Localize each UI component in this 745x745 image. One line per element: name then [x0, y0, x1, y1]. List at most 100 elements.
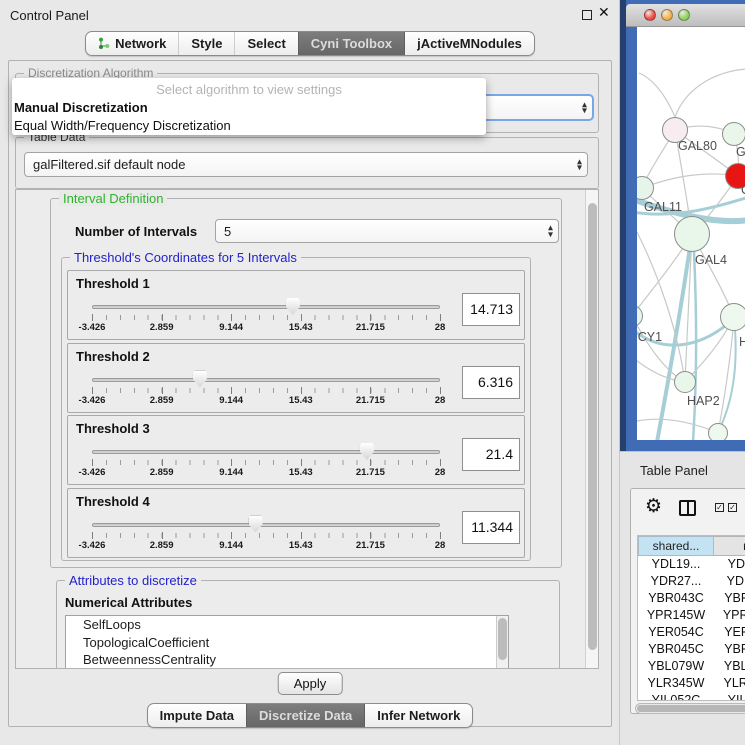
threshold-value-field[interactable]: 14.713 — [462, 293, 520, 326]
major-tick — [92, 387, 93, 394]
table-row[interactable]: YER054CYER054C — [638, 624, 745, 641]
scrollbar-thumb[interactable] — [498, 618, 507, 660]
control-panel-tabs: NetworkStyleSelectCyni ToolboxjActiveMNo… — [0, 31, 620, 56]
network-node[interactable] — [708, 423, 728, 440]
table-row[interactable]: YBR045CYBR045C — [638, 641, 745, 658]
table-data-combo[interactable]: galFiltered.sif default node ▲▼ — [24, 152, 588, 177]
threshold-slider[interactable]: -3.4262.8599.14415.4321.71528 — [92, 523, 440, 553]
table-hscrollbar[interactable] — [635, 703, 745, 714]
network-node-gal4[interactable] — [674, 216, 710, 252]
tick-label: 9.144 — [219, 467, 243, 478]
apply-button[interactable]: Apply — [278, 672, 343, 695]
slider-track[interactable] — [92, 378, 440, 382]
table-cell[interactable]: YDL19... — [638, 556, 714, 573]
minimize-traffic-light[interactable] — [661, 9, 673, 21]
network-window-titlebar[interactable] — [626, 4, 745, 27]
tab-style[interactable]: Style — [178, 32, 234, 55]
attribute-item-selfloops[interactable]: SelfLoops — [66, 616, 508, 634]
stepper-icon[interactable]: ▲▼ — [548, 225, 553, 238]
table-cell[interactable]: YBL079W — [714, 658, 745, 675]
attributes-list[interactable]: SelfLoopsTopologicalCoefficientBetweenne… — [65, 615, 509, 669]
slider-track[interactable] — [92, 305, 440, 309]
slider-thumb[interactable] — [193, 371, 207, 388]
table-cell[interactable]: YER054C — [638, 624, 714, 641]
major-tick — [92, 459, 93, 466]
columns-icon[interactable] — [679, 500, 696, 516]
table-cell[interactable]: YBR045C — [714, 641, 745, 658]
slider-thumb[interactable] — [286, 298, 300, 315]
checkbox-icon[interactable]: ✓ — [728, 503, 737, 512]
table-cell[interactable]: YBR043C — [714, 590, 745, 607]
major-tick — [162, 459, 163, 466]
table-cell[interactable]: YIL052C — [638, 692, 714, 701]
network-icon — [98, 37, 110, 50]
close-icon[interactable]: ✕ — [598, 5, 610, 21]
table-row[interactable]: YLR345WYLR345W — [638, 675, 745, 692]
slider-thumb[interactable] — [360, 443, 374, 460]
table-cell[interactable]: YLR345W — [714, 675, 745, 692]
table-cell[interactable]: YLR345W — [638, 675, 714, 692]
dropdown-placeholder-option[interactable]: Select algorithm to view settings — [12, 80, 486, 99]
stepper-icon[interactable]: ▲▼ — [577, 158, 582, 171]
list-scrollbar[interactable] — [496, 616, 508, 668]
node-table[interactable]: shared... n... YDL19...YDL19...YDR27...Y… — [637, 535, 745, 701]
node-label: HAP2 — [687, 394, 720, 408]
node-label: GAL11 — [644, 200, 682, 214]
tab-discretize-data[interactable]: Discretize Data — [246, 704, 364, 727]
tab-infer-network[interactable]: Infer Network — [364, 704, 472, 727]
attribute-item-topologicalcoefficient[interactable]: TopologicalCoefficient — [66, 634, 508, 652]
table-row[interactable]: YDR27...YDR27... — [638, 573, 745, 590]
threshold-slider[interactable]: -3.4262.8599.14415.4321.71528 — [92, 378, 440, 408]
network-node-g[interactable] — [722, 122, 745, 146]
table-row[interactable]: YDL19...YDL19... — [638, 556, 745, 573]
tab-network[interactable]: Network — [86, 32, 178, 55]
network-node-hap2[interactable] — [674, 371, 696, 393]
scrollbar-thumb[interactable] — [637, 705, 745, 712]
tab-cyni-toolbox[interactable]: Cyni Toolbox — [298, 32, 404, 55]
scrollbar-thumb[interactable] — [588, 203, 597, 650]
major-tick — [92, 314, 93, 321]
table-cell[interactable]: YER054C — [714, 624, 745, 641]
network-node-h[interactable] — [720, 303, 745, 331]
table-cell[interactable]: YBR043C — [638, 590, 714, 607]
tick-label: -3.426 — [79, 322, 106, 333]
zoom-traffic-light[interactable] — [678, 9, 690, 21]
stepper-icon[interactable]: ▲▼ — [582, 101, 587, 114]
table-cell[interactable]: YBL079W — [638, 658, 714, 675]
table-row[interactable]: YBR043CYBR043C — [638, 590, 745, 607]
table-cell[interactable]: YPR145W — [638, 607, 714, 624]
table-cell[interactable]: YBR045C — [638, 641, 714, 658]
column-header-name[interactable]: n... — [714, 536, 745, 556]
table-cell[interactable]: YDL19... — [714, 556, 745, 573]
node-label: GAL4 — [695, 253, 727, 267]
close-traffic-light[interactable] — [644, 9, 656, 21]
tab-select[interactable]: Select — [234, 32, 297, 55]
table-cell[interactable]: YDR27... — [714, 573, 745, 590]
threshold-slider[interactable]: -3.4262.8599.14415.4321.71528 — [92, 450, 440, 480]
tab-jactivemnodules[interactable]: jActiveMNodules — [404, 32, 534, 55]
attribute-item-betweennesscentrality[interactable]: BetweennessCentrality — [66, 651, 508, 669]
slider-track[interactable] — [92, 523, 440, 527]
threshold-value-field[interactable]: 6.316 — [462, 366, 520, 399]
panel-scrollbar[interactable] — [585, 190, 598, 668]
threshold-value-field[interactable]: 21.4 — [462, 438, 520, 471]
dropdown-option-manual-discretization[interactable]: Manual Discretization — [12, 99, 486, 117]
threshold-slider[interactable]: -3.4262.8599.14415.4321.71528 — [92, 305, 440, 335]
gear-icon[interactable]: ⚙ — [645, 495, 662, 517]
checkbox-icon[interactable]: ✓ — [715, 503, 724, 512]
tab-impute-data[interactable]: Impute Data — [148, 704, 246, 727]
table-row[interactable]: YBL079WYBL079W — [638, 658, 745, 675]
slider-thumb[interactable] — [249, 516, 263, 533]
num-intervals-combo[interactable]: 5 ▲▼ — [215, 219, 559, 243]
slider-track[interactable] — [92, 450, 440, 454]
dropdown-option-equal-width-frequency-discretization[interactable]: Equal Width/Frequency Discretization — [12, 117, 486, 135]
table-cell[interactable]: YDR27... — [638, 573, 714, 590]
table-row[interactable]: YIL052CYIL052C — [638, 692, 745, 701]
table-row[interactable]: YPR145WYPR145W — [638, 607, 745, 624]
table-cell[interactable]: YPR145W — [714, 607, 745, 624]
network-canvas[interactable]: GAL80GCGAL11GAL4GCY1HHAP2 — [637, 27, 745, 440]
threshold-value-field[interactable]: 11.344 — [462, 511, 520, 544]
table-cell[interactable]: YIL052C — [714, 692, 745, 701]
column-header-shared-name[interactable]: shared... — [638, 536, 714, 556]
float-window-icon[interactable] — [582, 10, 592, 20]
